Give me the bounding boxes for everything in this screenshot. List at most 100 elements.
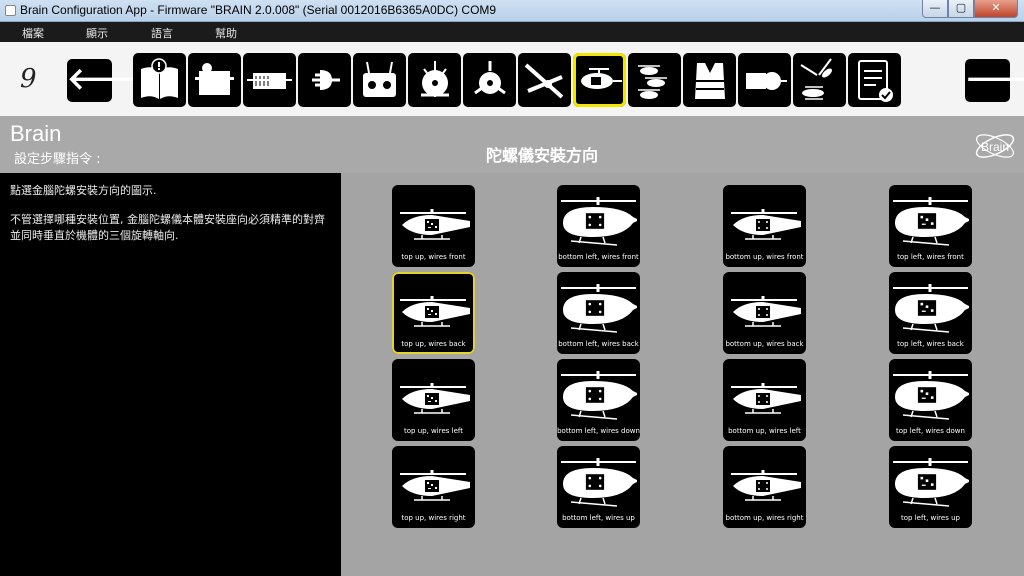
helicopter-icon xyxy=(731,296,801,327)
orientation-option[interactable]: top up, wires back xyxy=(392,272,475,354)
orientation-label: bottom up, wires right xyxy=(725,514,804,522)
orientation-option[interactable]: top up, wires left xyxy=(392,359,475,441)
instruction-text-2: 不管選擇哪種安裝位置, 金腦陀螺儀本體安裝座向必須精準的對齊並同時垂直於機體的三… xyxy=(10,213,325,242)
advanced-tuning-icon xyxy=(800,58,832,100)
previous-step-button[interactable]: 🡐 xyxy=(67,59,147,102)
instruction-text-1: 點選金腦陀螺安裝方向的圖示. xyxy=(10,184,157,197)
menu-language[interactable]: 語言 xyxy=(151,25,173,41)
swashplate-three-point-icon xyxy=(474,61,506,95)
gyro-orientation-icon xyxy=(581,68,622,89)
helicopter-icon xyxy=(561,284,637,333)
orientation-label: top left, wires front xyxy=(897,253,964,261)
step-icon-strip xyxy=(133,53,901,107)
helicopter-icon xyxy=(731,470,801,501)
close-button[interactable]: ✕ xyxy=(974,0,1018,18)
orientation-label: top up, wires right xyxy=(401,514,466,522)
maximize-button[interactable]: ▢ xyxy=(948,0,974,18)
title-bar[interactable]: Brain Configuration App - Firmware "BRAI… xyxy=(0,0,1024,22)
step-button-13[interactable] xyxy=(793,53,846,107)
orientation-label: top up, wires left xyxy=(404,427,463,435)
helicopter-icon xyxy=(731,383,801,414)
menu-view[interactable]: 顯示 xyxy=(86,25,108,41)
step-button-3[interactable] xyxy=(243,53,296,107)
orientation-label: bottom left, wires down xyxy=(557,427,640,435)
instructions-label: 設定步驟指令 : xyxy=(14,152,101,167)
safety-vest-icon xyxy=(695,63,725,99)
helicopter-icon xyxy=(893,197,969,246)
window-controls: — ▢ ✕ xyxy=(922,0,1018,18)
menu-help[interactable]: 幫助 xyxy=(215,25,237,41)
brand-name: Brain xyxy=(10,121,62,146)
orientation-label: bottom left, wires up xyxy=(562,514,635,522)
helicopter-icon xyxy=(893,284,969,333)
servo-linkage-icon xyxy=(247,73,292,89)
checklist-icon xyxy=(858,60,893,102)
helicopter-icon xyxy=(400,383,470,414)
orientation-option[interactable]: bottom up, wires back xyxy=(723,272,806,354)
plug-icon xyxy=(312,70,340,90)
wizard-toolbar: 9 🡐 🡒 xyxy=(0,42,1024,116)
orientation-label: top left, wires down xyxy=(896,427,965,435)
helicopter-icon xyxy=(400,296,470,327)
menu-bar: 檔案 顯示 語言 幫助 xyxy=(0,22,1024,42)
menu-file[interactable]: 檔案 xyxy=(22,25,44,41)
step-button-5[interactable] xyxy=(353,53,406,107)
orientation-label: bottom left, wires front xyxy=(558,253,639,261)
orientation-label: top up, wires front xyxy=(401,253,466,261)
helicopter-icon xyxy=(731,209,801,240)
helicopter-icon xyxy=(400,470,470,501)
window-title: Brain Configuration App - Firmware "BRAI… xyxy=(20,3,497,17)
orientation-option[interactable]: bottom left, wires down xyxy=(557,359,640,441)
step-button-4[interactable] xyxy=(298,53,351,107)
orientation-label: top left, wires back xyxy=(897,340,964,348)
transmitter-icon xyxy=(363,61,396,97)
orientation-option[interactable]: bottom left, wires front xyxy=(557,185,640,267)
step-button-12[interactable] xyxy=(738,53,791,107)
next-step-button[interactable]: 🡒 xyxy=(965,59,1024,102)
orientation-option[interactable]: top left, wires front xyxy=(889,185,972,267)
helicopter-icon xyxy=(893,458,969,507)
step-button-10[interactable] xyxy=(628,53,681,107)
helicopter-icon xyxy=(893,371,969,420)
orientation-grid: top up, wires front bottom left, wires fr… xyxy=(341,173,1024,576)
step-button-9[interactable] xyxy=(573,53,626,107)
flight-modes-icon xyxy=(638,65,667,99)
orientation-option[interactable]: top left, wires back xyxy=(889,272,972,354)
tail-rotor-icon xyxy=(524,63,564,99)
helicopter-icon xyxy=(400,209,470,240)
orientation-option[interactable]: top up, wires right xyxy=(392,446,475,528)
app-icon xyxy=(5,5,16,16)
helicopter-icon xyxy=(561,458,637,507)
step-button-6[interactable] xyxy=(408,53,461,107)
orientation-option[interactable]: bottom up, wires front xyxy=(723,185,806,267)
orientation-label: top up, wires back xyxy=(401,340,466,348)
orientation-label: bottom left, wires back xyxy=(558,340,639,348)
manual-book-icon xyxy=(141,58,178,99)
swashplate-icon xyxy=(421,61,449,97)
minimize-button[interactable]: — xyxy=(922,0,948,18)
step-button-8[interactable] xyxy=(518,53,571,107)
orientation-option[interactable]: bottom left, wires back xyxy=(557,272,640,354)
orientation-option[interactable]: bottom left, wires up xyxy=(557,446,640,528)
brain-logo: Brain xyxy=(975,134,1015,158)
orientation-option[interactable]: bottom up, wires right xyxy=(723,446,806,528)
step-button-1[interactable] xyxy=(133,53,186,107)
step-button-7[interactable] xyxy=(463,53,516,107)
orientation-option[interactable]: bottom up, wires left xyxy=(723,359,806,441)
orientation-option[interactable]: top left, wires down xyxy=(889,359,972,441)
orientation-label: bottom up, wires back xyxy=(725,340,804,348)
orientation-label: bottom up, wires front xyxy=(725,253,804,261)
helicopter-icon xyxy=(561,197,637,246)
step-number: 9 xyxy=(20,64,37,94)
step-button-14[interactable] xyxy=(848,53,901,107)
orientation-option[interactable]: top up, wires front xyxy=(392,185,475,267)
page-header: Brain 設定步驟指令 : 陀螺儀安裝方向 Brain xyxy=(0,116,1024,173)
step-button-11[interactable] xyxy=(683,53,736,107)
motor-governor-icon xyxy=(746,72,787,90)
servo-icon xyxy=(195,63,234,95)
instructions-panel: 點選金腦陀螺安裝方向的圖示. 不管選擇哪種安裝位置, 金腦陀螺儀本體安裝座向必須… xyxy=(0,173,341,576)
orientation-label: top left, wires up xyxy=(901,514,960,522)
page-title: 陀螺儀安裝方向 xyxy=(486,146,599,165)
step-button-2[interactable] xyxy=(188,53,241,107)
orientation-option[interactable]: top left, wires up xyxy=(889,446,972,528)
